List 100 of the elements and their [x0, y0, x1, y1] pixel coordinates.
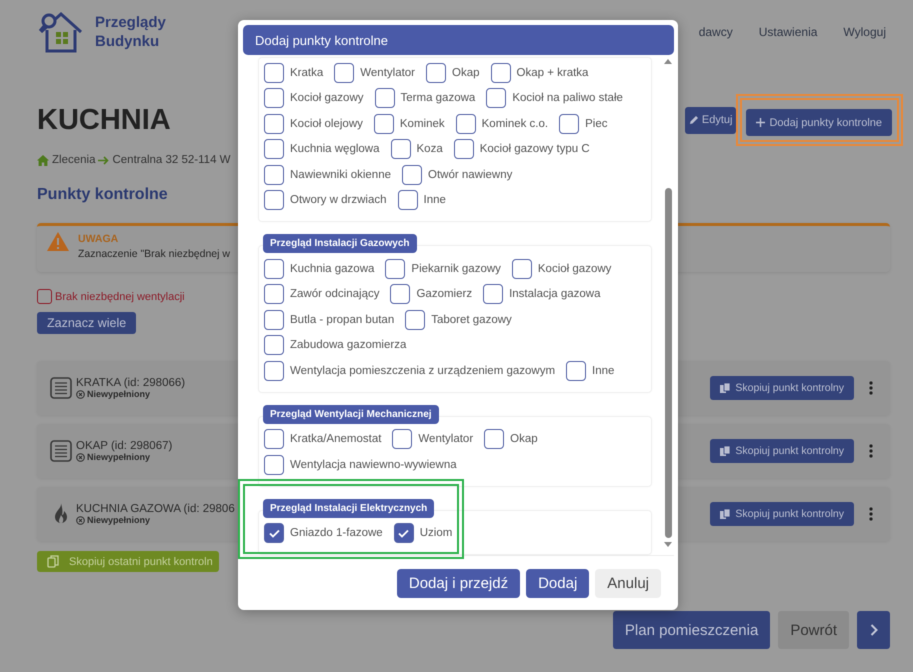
nav-link[interactable]: Wyloguj — [843, 25, 886, 39]
checkbox[interactable] — [334, 62, 354, 83]
scroll-up-icon[interactable] — [664, 59, 672, 64]
edit-button[interactable]: Edytuj — [684, 106, 736, 134]
checkbox-label: Inne — [592, 364, 614, 377]
add-button[interactable]: Dodaj i przejdź — [396, 568, 520, 598]
kebab-menu-icon[interactable] — [869, 507, 873, 521]
checkbox[interactable] — [264, 62, 284, 83]
checkbox[interactable] — [559, 114, 580, 134]
floor-plan-button[interactable]: Plan pomieszczenia — [612, 611, 770, 649]
nav-link[interactable]: Ustawienia — [758, 25, 818, 39]
checkbox-label: Otwory w drzwiach — [290, 194, 386, 206]
cancel-button[interactable]: Anuluj — [595, 568, 661, 598]
checkbox[interactable] — [392, 429, 412, 450]
checkbox-label: Kocioł na paliwo stałe — [512, 92, 623, 104]
checkbox-label: Brak niezbędnej wentylacji — [55, 290, 185, 302]
checkbox[interactable] — [426, 62, 446, 83]
house-logo-icon — [37, 10, 85, 54]
checkbox[interactable] — [454, 139, 474, 160]
copy-checkpoint-button[interactable]: Skopiuj punkt kontrolny — [710, 439, 854, 463]
checkbox[interactable] — [484, 429, 504, 450]
copy-checkpoint-button[interactable]: Skopiuj punkt kontrolny — [710, 502, 854, 526]
status-label: Niewypełniony — [87, 452, 150, 462]
select-many-button[interactable]: Zaznacz wiele — [37, 312, 136, 334]
checkbox-label: Kocioł gazowy — [538, 262, 612, 275]
nav-link[interactable]: dawcy — [698, 25, 733, 39]
checkbox-label: Kocioł olejowy — [290, 118, 363, 130]
checkbox-label: Piekarnik gazowy — [411, 262, 501, 275]
modal-title: Dodaj punkty kontrolne — [243, 25, 674, 55]
checkbox[interactable] — [264, 523, 284, 544]
back-button[interactable]: Powrót — [778, 611, 849, 649]
checkbox[interactable] — [264, 360, 284, 381]
x-circle-icon — [76, 452, 85, 462]
checkbox[interactable] — [385, 258, 406, 279]
checkbox-label: Wentylacja pomieszczenia z urządzeniem gazowym — [290, 364, 556, 377]
checkbox-label: Terma gazowa — [400, 92, 476, 104]
checkbox[interactable] — [398, 190, 418, 210]
status-label: Niewypełniony — [87, 389, 150, 399]
document-list-icon — [50, 440, 72, 462]
checkbox[interactable] — [390, 284, 410, 304]
checkbox[interactable] — [374, 88, 395, 108]
checkbox-label: Butla - propan butan — [290, 314, 394, 326]
checkpoint-name: OKAP (id: 298067) — [76, 440, 172, 452]
check-icon — [268, 528, 280, 538]
checkbox-label: Wentylator — [418, 433, 474, 446]
checkbox-label: Gniazdo 1-fazowe — [290, 527, 383, 540]
checkbox-label: Kominek — [400, 118, 445, 130]
checkbox-label: Kuchnia gazowa — [290, 262, 374, 275]
arrow-right-icon — [98, 156, 110, 164]
checkbox-label: Kominek c.o. — [482, 118, 548, 130]
checkbox[interactable] — [264, 310, 284, 330]
checkbox[interactable] — [490, 62, 511, 83]
checkbox[interactable] — [390, 139, 411, 160]
flame-icon — [53, 503, 69, 525]
copy-icon — [720, 382, 732, 394]
checkbox[interactable] — [566, 360, 586, 381]
checkbox[interactable] — [264, 190, 284, 210]
checkbox-label: Inne — [424, 194, 446, 206]
section-tag: Przegląd Instalacji Elektrycznych — [263, 498, 434, 518]
checkbox-label: Gazomierz — [416, 288, 472, 300]
checkbox[interactable] — [374, 114, 394, 134]
checkbox[interactable] — [264, 164, 284, 185]
checkbox[interactable] — [512, 258, 532, 279]
breadcrumb-text: Centralna 32 52-114 W — [112, 154, 231, 166]
checkbox[interactable] — [264, 454, 284, 475]
checkbox[interactable] — [264, 335, 284, 356]
checkbox[interactable] — [264, 429, 284, 450]
checkbox[interactable] — [405, 310, 426, 330]
copy-icon — [720, 508, 732, 520]
copy-checkpoint-button[interactable]: Skopiuj punkt kontrolny — [710, 376, 854, 400]
checkbox[interactable] — [394, 523, 414, 544]
chevron-right-icon — [870, 624, 878, 636]
checkbox[interactable] — [264, 139, 284, 160]
checkbox[interactable] — [264, 284, 284, 304]
checkbox[interactable] — [264, 258, 284, 279]
next-button[interactable] — [857, 611, 890, 649]
checkbox-label: Kocioł gazowy typu C — [480, 143, 590, 156]
logo-text: Przeglądy — [95, 13, 166, 32]
checkbox[interactable] — [402, 164, 422, 185]
warning-text: Zaznaczenie "Brak niezbędnej w — [78, 247, 230, 262]
room-title: KUCHNIA — [37, 104, 171, 136]
add-checkpoints-button[interactable]: Dodaj punkty kontrolne — [746, 109, 892, 136]
add-button[interactable]: Dodaj — [526, 568, 590, 598]
checkbox-label: Kuchnia węglowa — [290, 143, 380, 156]
kebab-menu-icon[interactable] — [869, 444, 873, 458]
checkbox[interactable] — [264, 88, 284, 108]
checkbox-label: Okap — [452, 66, 480, 79]
checkbox[interactable] — [264, 114, 284, 134]
checkbox[interactable] — [456, 114, 476, 134]
checkbox-label: Piec — [585, 118, 608, 130]
checkbox-label: Zawór odcinający — [290, 288, 380, 300]
checkbox[interactable] — [486, 88, 506, 108]
breadcrumb-link[interactable]: Zlecenia — [52, 154, 96, 166]
checkbox[interactable] — [37, 289, 52, 304]
checkbox-label: Kratka/Anemostat — [290, 433, 382, 446]
checkbox-label: Uziom — [420, 527, 452, 540]
checkbox[interactable] — [483, 284, 504, 304]
checkbox-label: Okap — [510, 433, 538, 446]
kebab-menu-icon[interactable] — [869, 381, 873, 395]
copy-icon — [47, 555, 59, 568]
